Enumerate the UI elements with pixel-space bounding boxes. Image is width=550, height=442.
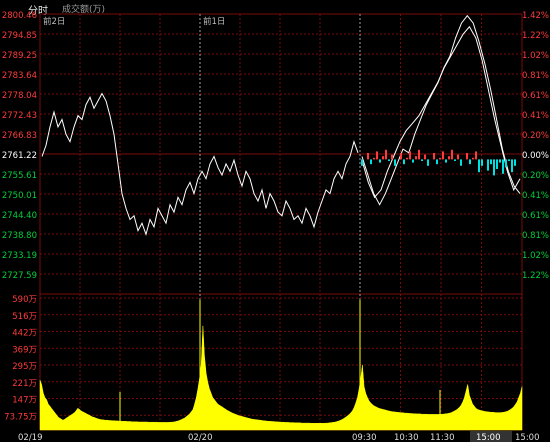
price-tick-label: 2766.83 <box>2 131 37 141</box>
volume-tick-label: 295万 <box>12 362 37 372</box>
percent-tick-label: 0.61% <box>522 91 549 101</box>
volume-tick-label: 516万 <box>12 312 37 322</box>
percent-tick-label: 0.20% <box>522 131 549 141</box>
stock-chart-window: { "header": { "title": "分时", "subtitle":… <box>0 0 550 442</box>
percent-tick-label: 1.22% <box>522 31 549 41</box>
volume-area <box>39 325 523 431</box>
time-label: 11:30 <box>430 433 455 442</box>
percent-tick-label: 0.81% <box>522 231 549 241</box>
percent-tick-label: 0.41% <box>522 191 549 201</box>
percent-tick-label: 1.02% <box>522 251 549 261</box>
price-tick-label: 2738.80 <box>2 231 37 241</box>
percent-tick-label: 1.42% <box>522 11 549 21</box>
percent-tick-label: 0.41% <box>522 111 549 121</box>
date-label: 02/20 <box>188 433 213 442</box>
price-tick-label: 2733.19 <box>2 251 37 261</box>
price-tick-label: 2778.04 <box>2 91 37 101</box>
volume-tick-label: 221万 <box>12 379 37 389</box>
price-tick-label: 2789.25 <box>2 51 37 61</box>
day-label: 前1日 <box>203 16 225 27</box>
chart-canvas: 2800.46 1.42% 2794.85 1.22% 2789.25 1.02% 2783… <box>2 11 549 442</box>
time-label: 15:00 <box>515 433 540 442</box>
volume-tick-label: 442万 <box>12 329 37 339</box>
percent-tick-label: 1.02% <box>522 51 549 61</box>
percent-tick-label: 1.22% <box>522 271 549 281</box>
date-label: 02/19 <box>18 433 43 442</box>
time-label: 09:30 <box>352 433 377 442</box>
close-time-label: 15:00 <box>476 433 501 442</box>
price-tick-label: 2755.61 <box>2 171 37 181</box>
price-tick-label: 2800.46 <box>2 11 37 21</box>
percent-tick-label: 0.20% <box>522 171 549 181</box>
volume-tick-label: 590万 <box>12 295 37 305</box>
price-tick-label: 2727.59 <box>2 271 37 281</box>
percent-tick-label: 0.00% <box>522 151 549 161</box>
time-label: 10:30 <box>394 433 419 442</box>
percent-tick-label: 0.81% <box>522 71 549 81</box>
price-tick-label: 2783.64 <box>2 71 37 81</box>
price-tick-label: 2794.85 <box>2 31 37 41</box>
chart-frame <box>39 13 523 431</box>
volume-tick-label: 369万 <box>12 345 37 355</box>
percent-tick-label: 0.61% <box>522 211 549 221</box>
volume-tick-label: 73.75万 <box>4 412 37 422</box>
day-label: 前2日 <box>43 16 65 27</box>
price-tick-label: 2772.43 <box>2 111 37 121</box>
volume-tick-label: 147万 <box>12 396 37 406</box>
price-tick-label: 2761.22 <box>2 151 37 161</box>
price-tick-label: 2750.01 <box>2 191 37 201</box>
price-tick-label: 2744.40 <box>2 211 37 221</box>
